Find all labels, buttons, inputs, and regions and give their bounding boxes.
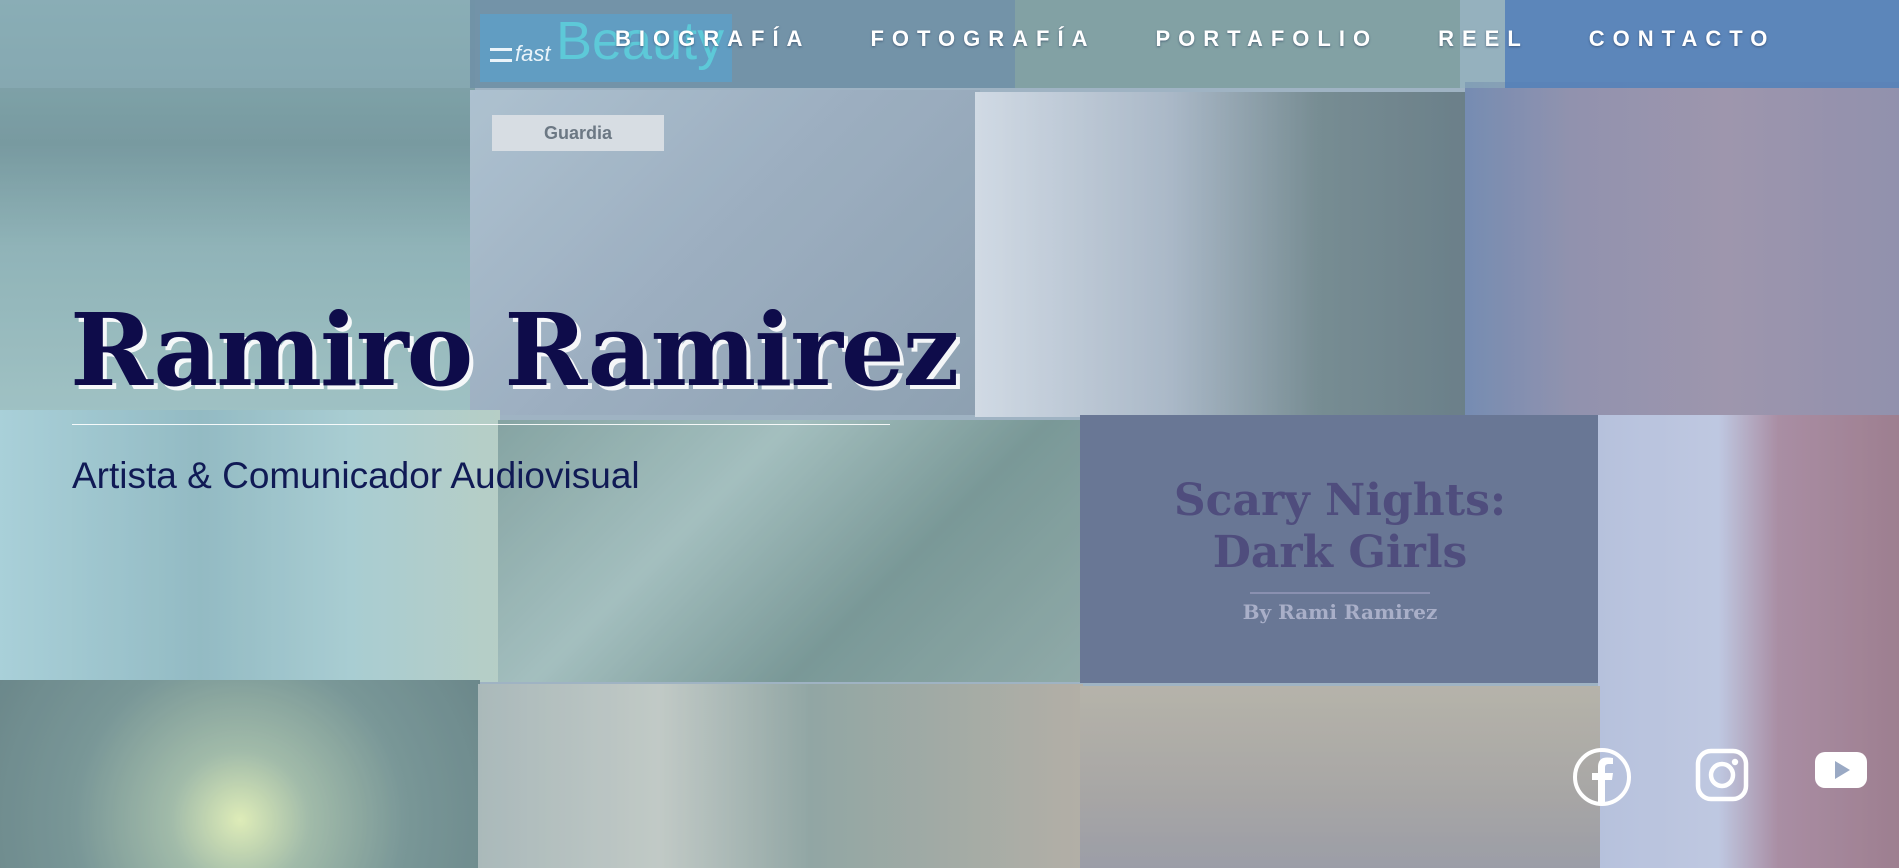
- hero-background-collage: fast Beauty Guardia Scary Nights: Dark G…: [0, 0, 1899, 868]
- nav-biografia[interactable]: BIOGRAFÍA: [615, 26, 810, 52]
- instagram-icon[interactable]: [1693, 746, 1753, 806]
- fast-lines-icon: [490, 48, 512, 62]
- collage-image-couple-lights: [0, 680, 480, 868]
- youtube-icon[interactable]: [1813, 746, 1869, 792]
- facebook-icon[interactable]: [1572, 746, 1666, 808]
- hero-divider: [72, 424, 890, 425]
- poster-title: Scary Nights: Dark Girls: [1173, 475, 1507, 578]
- guardia-sign: Guardia: [492, 115, 664, 151]
- hero-subtitle: Artista & Comunicador Audiovisual: [72, 455, 640, 496]
- logo-fast-text: fast: [515, 41, 551, 66]
- poster-byline: By Rami Ramirez: [1242, 600, 1438, 624]
- nav-portafolio[interactable]: PORTAFOLIO: [1155, 26, 1378, 52]
- nav-reel[interactable]: REEL: [1438, 26, 1529, 52]
- collage-image-elderly-woman: [975, 92, 1465, 417]
- nav-fotografia[interactable]: FOTOGRAFÍA: [870, 26, 1095, 52]
- collage-image-two-women: [478, 684, 1083, 868]
- main-nav: BIOGRAFÍA FOTOGRAFÍA PORTAFOLIO REEL CON…: [615, 26, 1835, 52]
- hero-name: Ramiro Ramirez: [70, 291, 959, 409]
- collage-image-purple-door: [1465, 82, 1899, 417]
- poster-divider: [1250, 592, 1430, 594]
- nav-contacto[interactable]: CONTACTO: [1589, 26, 1776, 52]
- collage-image-girl-watching-tv: [1080, 686, 1600, 868]
- collage-image-two-men-laughing: [0, 410, 500, 682]
